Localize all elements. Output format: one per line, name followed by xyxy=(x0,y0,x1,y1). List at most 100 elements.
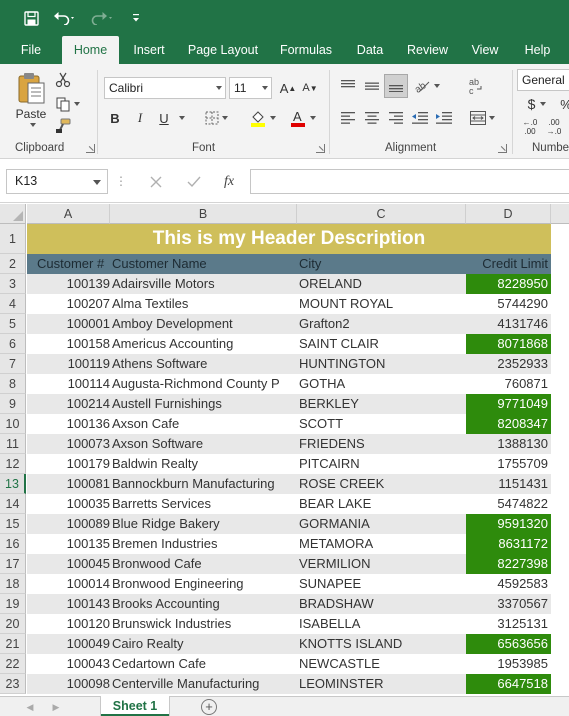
row-header[interactable]: 13 xyxy=(0,474,26,494)
cell-credit-limit[interactable]: 4592583 xyxy=(466,574,551,594)
cell-credit-limit[interactable]: 1388130 xyxy=(466,434,551,454)
cell-customer-number[interactable]: 100035 xyxy=(27,494,110,514)
cell-city[interactable]: ROSE CREEK xyxy=(299,474,466,494)
cell-customer-number[interactable]: 100098 xyxy=(27,674,110,694)
cell-city[interactable]: SAINT CLAIR xyxy=(299,334,466,354)
cell-city[interactable]: KNOTTS ISLAND xyxy=(299,634,466,654)
cell-credit-limit[interactable]: 760871 xyxy=(466,374,551,394)
new-sheet-icon[interactable]: + xyxy=(201,699,217,715)
cell-city[interactable]: PITCAIRN xyxy=(299,454,466,474)
cell-customer-name[interactable]: Barretts Services xyxy=(112,494,297,514)
align-left-icon[interactable] xyxy=(338,108,358,128)
sheet-tab-1[interactable]: Sheet 1 xyxy=(101,696,169,716)
cell-customer-number[interactable]: 100135 xyxy=(27,534,110,554)
merge-center-icon[interactable] xyxy=(464,108,500,128)
row-header[interactable]: 12 xyxy=(0,454,26,474)
cell-customer-number[interactable]: 100089 xyxy=(27,514,110,534)
cell-credit-limit[interactable]: 9591320 xyxy=(466,514,551,534)
percent-style-icon[interactable]: % xyxy=(559,94,569,114)
cell-customer-name[interactable]: Blue Ridge Bakery xyxy=(112,514,297,534)
tab-page-layout[interactable]: Page Layout xyxy=(181,36,265,64)
header-city[interactable]: City xyxy=(299,254,466,274)
font-launcher-icon[interactable] xyxy=(316,144,325,153)
cell-credit-limit[interactable]: 9771049 xyxy=(466,394,551,414)
tab-formulas[interactable]: Formulas xyxy=(273,36,339,64)
cell-customer-name[interactable]: Centerville Manufacturing xyxy=(112,674,297,694)
tab-help[interactable]: Help xyxy=(515,36,560,64)
cell-city[interactable]: BRADSHAW xyxy=(299,594,466,614)
currency-format-icon[interactable]: $ xyxy=(522,94,552,114)
cell-city[interactable]: METAMORA xyxy=(299,534,466,554)
cell-credit-limit[interactable]: 8227398 xyxy=(466,554,551,574)
cell-city[interactable]: ORELAND xyxy=(299,274,466,294)
row-header[interactable]: 3 xyxy=(0,274,26,294)
decrease-indent-icon[interactable] xyxy=(410,108,430,128)
tab-home[interactable]: Home xyxy=(62,36,119,64)
tab-review[interactable]: Review xyxy=(401,36,454,64)
cell-customer-number[interactable]: 100043 xyxy=(27,654,110,674)
cell-customer-number[interactable]: 100158 xyxy=(27,334,110,354)
align-right-icon[interactable] xyxy=(386,108,406,128)
cell-city[interactable]: LEOMINSTER xyxy=(299,674,466,694)
cell-customer-number[interactable]: 100114 xyxy=(27,374,110,394)
cell-city[interactable]: FRIEDENS xyxy=(299,434,466,454)
column-header-e[interactable] xyxy=(551,204,569,224)
cell-city[interactable]: GOTHA xyxy=(299,374,466,394)
tab-insert[interactable]: Insert xyxy=(125,36,173,64)
header-description[interactable]: This is my Header Description xyxy=(27,224,551,254)
row-header[interactable]: 11 xyxy=(0,434,26,454)
row-header[interactable]: 7 xyxy=(0,354,26,374)
row-header[interactable]: 21 xyxy=(0,634,26,654)
row-header[interactable]: 10 xyxy=(0,414,26,434)
underline-button[interactable]: U xyxy=(154,107,174,129)
cell-customer-number[interactable]: 100049 xyxy=(27,634,110,654)
cell-credit-limit[interactable]: 8071868 xyxy=(466,334,551,354)
row-header[interactable]: 14 xyxy=(0,494,26,514)
cancel-icon[interactable] xyxy=(145,171,167,193)
cell-customer-number[interactable]: 100143 xyxy=(27,594,110,614)
cell-credit-limit[interactable]: 5474822 xyxy=(466,494,551,514)
cell-customer-name[interactable]: Bremen Industries xyxy=(112,534,297,554)
bold-button[interactable]: B xyxy=(106,107,124,129)
row-header[interactable]: 2 xyxy=(0,254,26,274)
cell-customer-number[interactable]: 100207 xyxy=(27,294,110,314)
row-header[interactable]: 16 xyxy=(0,534,26,554)
cell-customer-name[interactable]: Axson Cafe xyxy=(112,414,297,434)
undo-icon[interactable] xyxy=(50,6,80,30)
redo-icon[interactable] xyxy=(88,6,118,30)
column-header-d[interactable]: D xyxy=(466,204,551,224)
underline-dropdown-icon[interactable] xyxy=(174,107,186,129)
enter-icon[interactable] xyxy=(183,171,205,193)
borders-icon[interactable] xyxy=(198,107,234,129)
cell-credit-limit[interactable]: 1755709 xyxy=(466,454,551,474)
header-credit-limit[interactable]: Credit Limit xyxy=(466,254,548,274)
cell-customer-name[interactable]: Cedartown Cafe xyxy=(112,654,297,674)
cell-credit-limit[interactable]: 1151431 xyxy=(466,474,551,494)
italic-button[interactable]: I xyxy=(131,107,149,129)
row-header[interactable]: 19 xyxy=(0,594,26,614)
cell-credit-limit[interactable]: 8631172 xyxy=(466,534,551,554)
cell-customer-name[interactable]: Cairo Realty xyxy=(112,634,297,654)
decrease-font-size-icon[interactable]: A ▼ xyxy=(300,77,320,99)
cell-city[interactable]: BEAR LAKE xyxy=(299,494,466,514)
cell-customer-name[interactable]: Americus Accounting xyxy=(112,334,297,354)
cell-customer-number[interactable]: 100081 xyxy=(27,474,110,494)
alignment-launcher-icon[interactable] xyxy=(498,144,507,153)
align-top-icon[interactable] xyxy=(338,76,358,96)
cell-credit-limit[interactable]: 2352933 xyxy=(466,354,551,374)
select-all-button[interactable] xyxy=(0,204,26,224)
cell-customer-number[interactable]: 100214 xyxy=(27,394,110,414)
cell-credit-limit[interactable]: 4131746 xyxy=(466,314,551,334)
cell-city[interactable]: SCOTT xyxy=(299,414,466,434)
formula-input[interactable] xyxy=(250,169,569,194)
cell-city[interactable]: BERKLEY xyxy=(299,394,466,414)
font-color-icon[interactable]: A xyxy=(284,107,320,129)
increase-indent-icon[interactable] xyxy=(434,108,454,128)
header-customer-name[interactable]: Customer Name xyxy=(112,254,297,274)
tab-file[interactable]: File xyxy=(10,36,52,64)
cell-city[interactable]: NEWCASTLE xyxy=(299,654,466,674)
cell-customer-name[interactable]: Amboy Development xyxy=(112,314,297,334)
font-name-combo[interactable]: Calibri xyxy=(104,77,226,99)
column-header-c[interactable]: C xyxy=(297,204,466,224)
cell-customer-name[interactable]: Brunswick Industries xyxy=(112,614,297,634)
